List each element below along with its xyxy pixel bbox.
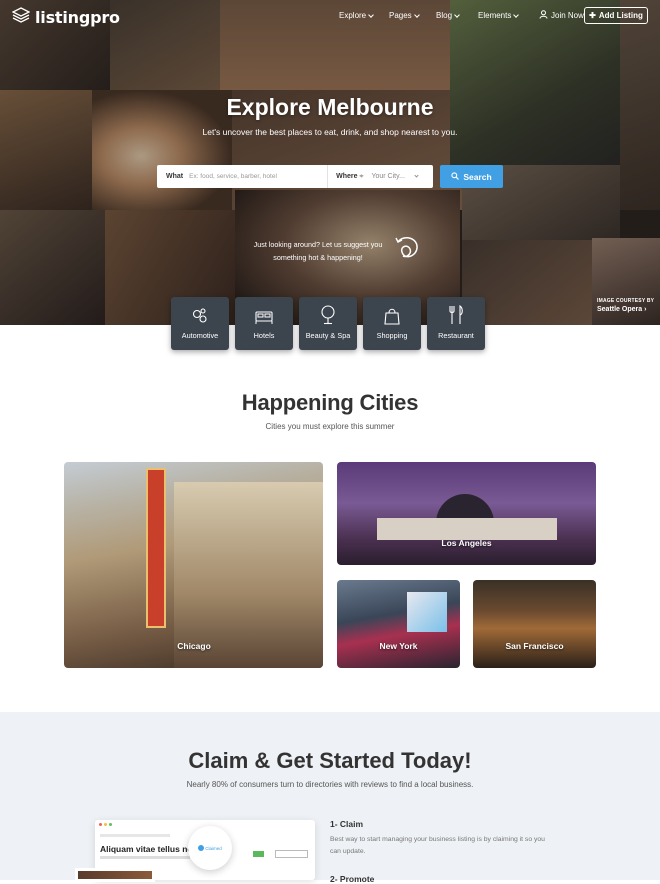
menu-item-blog[interactable]: Blog [436, 11, 478, 20]
where-label-text: Where [336, 173, 358, 180]
chevron-down-icon [454, 11, 460, 18]
top-navbar: listingpro Explore Pages Blog Elements J… [0, 0, 660, 32]
location-crosshair-icon: ⌖ [359, 172, 364, 180]
mirror-icon [321, 305, 335, 325]
city-name: San Francisco [505, 641, 564, 651]
credit-label: IMAGE COURTESY BY [597, 298, 655, 304]
listing-mockup-image: Aliquam vitae tellus non Claimed [75, 820, 315, 882]
hero-overlay [0, 0, 660, 325]
menu-item-label: Blog [436, 11, 453, 20]
credit-name-text: Seattle Opera [597, 306, 643, 313]
claimed-badge-label: Claimed [205, 845, 222, 851]
category-restaurant[interactable]: Restaurant [427, 297, 485, 350]
bed-icon [255, 311, 273, 324]
city-card-los-angeles[interactable]: Los Angeles [337, 462, 596, 565]
mockup-text-line [100, 856, 190, 859]
search-button[interactable]: Search [440, 165, 503, 188]
menu-item-elements[interactable]: Elements [478, 11, 533, 20]
category-label: Restaurant [438, 331, 474, 340]
credit-name[interactable]: Seattle Opera › [597, 306, 654, 313]
category-label: Beauty & Spa [305, 331, 351, 340]
chicago-marquee-sign [146, 468, 166, 628]
category-automotive[interactable]: Automotive [171, 297, 229, 350]
category-shopping[interactable]: Shopping [363, 297, 421, 350]
menu-item-label: Elements [478, 11, 512, 20]
join-now-link[interactable]: Join Now [539, 10, 584, 21]
claim-section-subtitle: Nearly 80% of consumers turn to director… [186, 780, 474, 789]
menu-item-label: Explore [339, 11, 367, 20]
menu-item-pages[interactable]: Pages [389, 11, 436, 20]
category-label: Shopping [376, 331, 408, 340]
logo[interactable]: listingpro [11, 7, 120, 28]
gears-icon [192, 308, 207, 323]
category-label: Automotive [181, 331, 219, 340]
what-search-input[interactable]: Ex: food, service, barber, hotel [189, 173, 317, 180]
search-bar: What Ex: food, service, barber, hotel Wh… [157, 165, 433, 188]
user-icon [539, 10, 548, 21]
suggestion-line: something hot & happening! [273, 253, 363, 262]
menu-item-explore[interactable]: Explore [339, 11, 389, 20]
claimed-badge-circle: Claimed [188, 826, 232, 870]
layers-logo-icon [11, 7, 31, 28]
category-label: Hotels [253, 331, 275, 340]
chevron-down-icon [513, 11, 520, 18]
chevron-down-icon [413, 11, 420, 18]
cities-section-subtitle: Cities you must explore this summer [265, 422, 395, 431]
mockup-text-line [100, 834, 170, 837]
city-name: Chicago [177, 641, 211, 651]
check-badge-icon [198, 845, 205, 851]
category-beauty-spa[interactable]: Beauty & Spa [299, 297, 357, 350]
mockup-window-dots [99, 823, 112, 826]
step-title: 2- Promote [330, 874, 375, 884]
menu-item-label: Pages [389, 11, 412, 20]
cities-section-title: Happening Cities [241, 390, 419, 415]
shopping-bag-icon [384, 308, 400, 325]
observatory-building [377, 518, 557, 540]
chevron-down-icon [414, 173, 420, 178]
search-icon [451, 171, 460, 182]
where-label: Where ⌖ [336, 173, 363, 181]
billboard [407, 592, 447, 632]
claim-section-title: Claim & Get Started Today! [188, 748, 472, 773]
what-label: What [166, 173, 184, 180]
step-description: Best way to start managing your business… [330, 836, 545, 855]
join-now-label: Join Now [551, 11, 584, 20]
step-title: 1- Claim [330, 819, 364, 829]
hero-subtitle: Let's uncover the best places to eat, dr… [202, 127, 458, 137]
image-credit: IMAGE COURTESY BY Seattle Opera › [597, 298, 654, 313]
search-button-label: Search [463, 171, 492, 182]
suggestion-text: Just looking around? Let us suggest you … [243, 238, 393, 264]
category-cards: Automotive Hotels Beauty & Spa Shopping … [171, 297, 485, 350]
main-menu: Explore Pages Blog Elements [339, 11, 533, 20]
suggestion-line: Just looking around? Let us suggest you [253, 240, 383, 249]
add-listing-button[interactable]: ✚ Add Listing [584, 7, 648, 24]
chevron-down-icon [368, 11, 374, 18]
plus-icon: ✚ [589, 11, 596, 20]
city-name: Los Angeles [441, 538, 492, 548]
category-hotels[interactable]: Hotels [235, 297, 293, 350]
city-card-san-francisco[interactable]: San Francisco [473, 580, 596, 668]
city-select[interactable]: Your City... [371, 173, 415, 180]
swirl-arrow-icon [392, 232, 422, 269]
brand-name: listingpro [35, 8, 120, 27]
mockup-green-button [253, 851, 264, 857]
add-listing-label: Add Listing [598, 11, 643, 20]
hero-section: listingpro Explore Pages Blog Elements J… [0, 0, 660, 325]
mockup-outline-button [275, 850, 308, 858]
fork-knife-icon [449, 305, 463, 324]
hero-title: Explore Melbourne [226, 94, 434, 120]
search-divider [327, 165, 329, 188]
city-card-chicago[interactable]: Chicago [64, 462, 323, 668]
city-card-new-york[interactable]: New York [337, 580, 460, 668]
mockup-title: Aliquam vitae tellus non [100, 844, 198, 854]
city-name: New York [379, 641, 418, 651]
